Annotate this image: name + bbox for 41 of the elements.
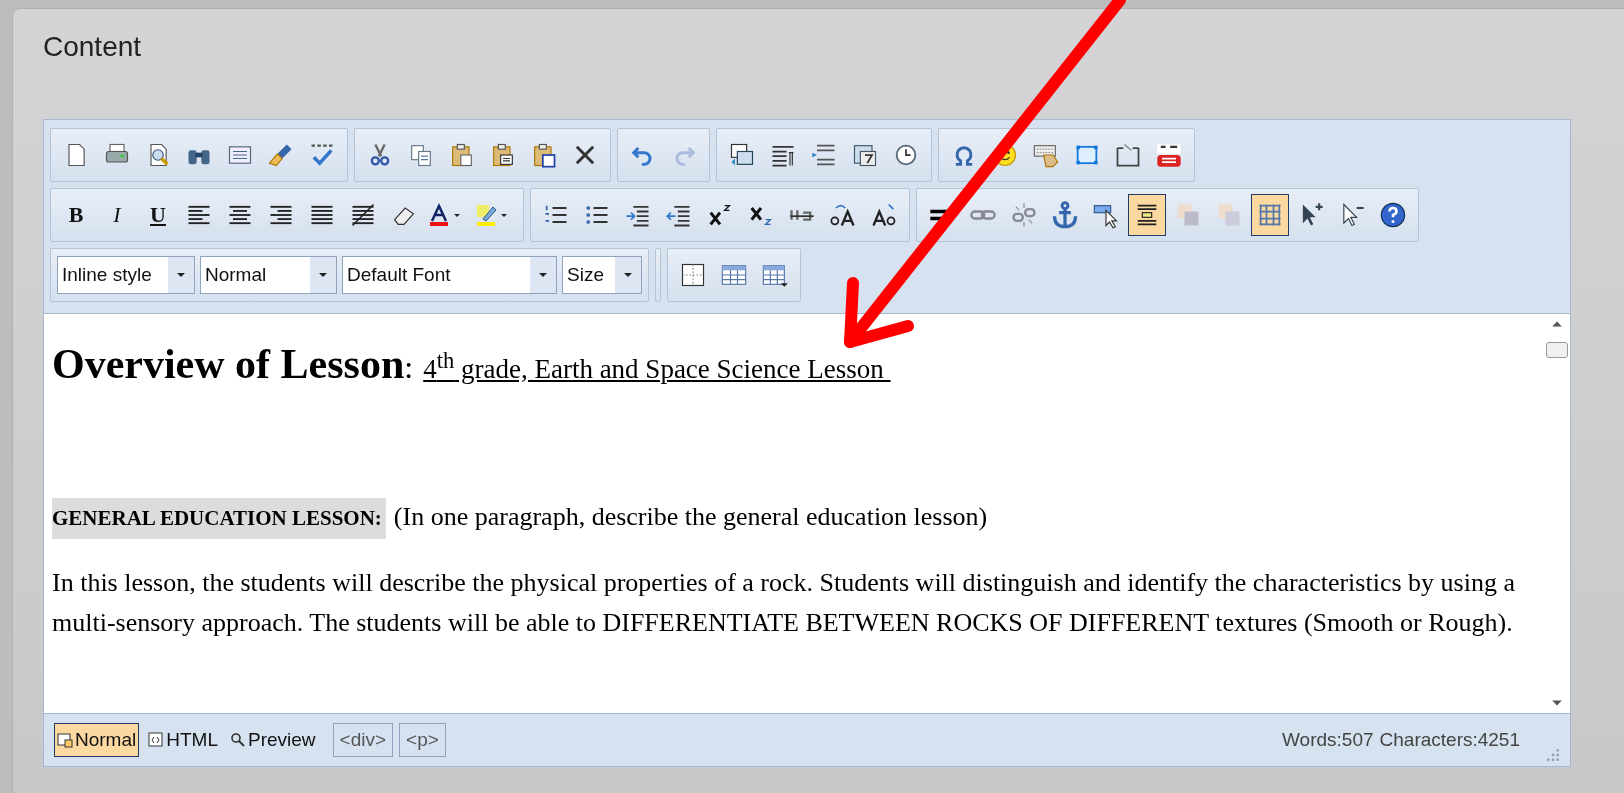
mode-tab[interactable]: Preview bbox=[226, 723, 319, 757]
strike-lines-icon bbox=[349, 201, 377, 229]
table-icon bbox=[679, 261, 707, 289]
anchor-icon bbox=[1051, 201, 1079, 229]
resize-grip-icon[interactable] bbox=[1546, 748, 1560, 762]
lesson-subtitle: 4$^{th}$ grade, Earth and Space Science Lesson bbox=[423, 348, 885, 385]
word-count: Words:507 bbox=[1282, 729, 1374, 751]
dropdown[interactable]: Default Font bbox=[342, 256, 557, 294]
search-icon bbox=[229, 732, 246, 748]
mode-tab[interactable]: Normal bbox=[54, 723, 140, 757]
code-icon bbox=[148, 732, 165, 748]
heading-colon: : bbox=[404, 349, 414, 386]
text-size-icon bbox=[870, 201, 898, 229]
dropdown[interactable]: Normal bbox=[200, 256, 337, 294]
panel-title: Content bbox=[43, 31, 143, 64]
scroll-thumb[interactable] bbox=[1546, 342, 1568, 358]
broken-link-icon bbox=[1010, 201, 1038, 229]
caret-icon bbox=[623, 272, 633, 278]
help-icon bbox=[1379, 201, 1407, 229]
scroll-down-icon[interactable] bbox=[1551, 699, 1563, 707]
dropdown[interactable]: Size bbox=[562, 256, 642, 294]
format-button[interactable]: B bbox=[57, 194, 95, 236]
page-icon bbox=[57, 732, 73, 748]
section-hint: (In one paragraph, describe the general education lesson) bbox=[393, 502, 988, 532]
caret-icon bbox=[538, 272, 548, 278]
section-label: GENERAL EDUCATION LESSON: bbox=[52, 498, 386, 539]
format-button[interactable]: U bbox=[139, 194, 177, 236]
scroll-up-icon[interactable] bbox=[1551, 320, 1563, 328]
dropdown[interactable]: Inline style bbox=[57, 256, 195, 294]
field-icon bbox=[1114, 141, 1142, 169]
toolbar-button[interactable] bbox=[1251, 194, 1289, 236]
toolbar-button[interactable] bbox=[1128, 194, 1166, 236]
lesson-paragraph: In this lesson, the students will describe the physical properties of a rock. Students will distinguish and identify the characteristics by using a multi-sensory approach. The students will be able to DIFFERENTIATE BETWEEN ROCKS OF DIFFERENT textures (Smooth or Rough). bbox=[52, 567, 1516, 639]
character-count: Characters:4251 bbox=[1379, 729, 1520, 751]
element-path-button[interactable]: <p> bbox=[399, 723, 446, 757]
caret-icon bbox=[318, 272, 328, 278]
caret-icon bbox=[176, 272, 186, 278]
element-path-button[interactable]: <div> bbox=[332, 723, 394, 757]
format-button[interactable]: I bbox=[98, 194, 136, 236]
mode-tab[interactable]: HTML bbox=[145, 723, 221, 757]
lesson-heading: Overview of Lesson bbox=[52, 340, 405, 388]
